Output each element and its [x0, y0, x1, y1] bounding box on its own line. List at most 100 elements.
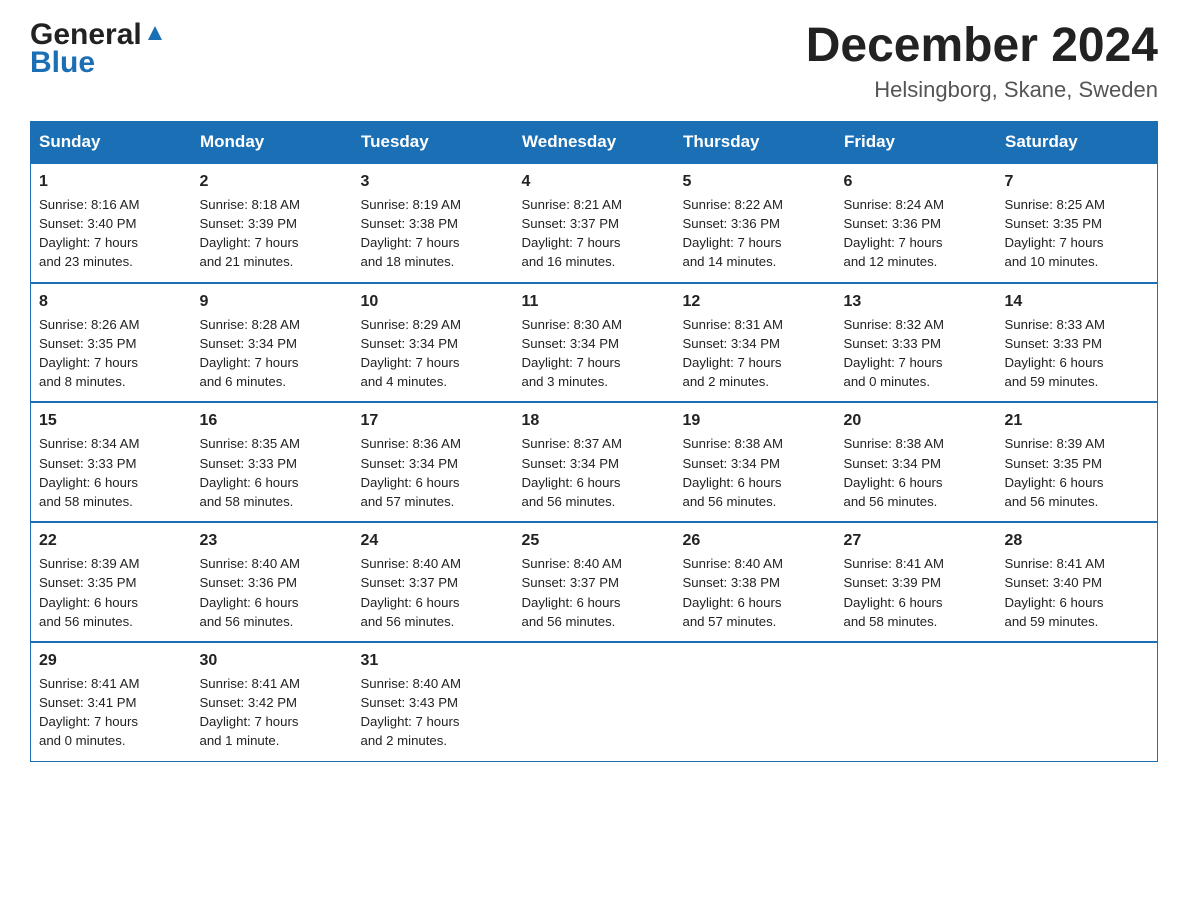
- day-info: Sunrise: 8:40 AMSunset: 3:37 PMDaylight:…: [522, 554, 667, 631]
- day-info: Sunrise: 8:21 AMSunset: 3:37 PMDaylight:…: [522, 195, 667, 272]
- calendar-week-3: 15Sunrise: 8:34 AMSunset: 3:33 PMDayligh…: [31, 402, 1158, 522]
- calendar-cell-w4-d2: 23Sunrise: 8:40 AMSunset: 3:36 PMDayligh…: [192, 522, 353, 642]
- calendar-cell-w2-d1: 8Sunrise: 8:26 AMSunset: 3:35 PMDaylight…: [31, 283, 192, 403]
- day-number: 24: [361, 529, 506, 552]
- day-number: 28: [1005, 529, 1150, 552]
- location-subtitle: Helsingborg, Skane, Sweden: [806, 77, 1158, 103]
- day-number: 2: [200, 170, 345, 193]
- day-info: Sunrise: 8:16 AMSunset: 3:40 PMDaylight:…: [39, 195, 184, 272]
- day-info: Sunrise: 8:36 AMSunset: 3:34 PMDaylight:…: [361, 434, 506, 511]
- col-saturday: Saturday: [997, 121, 1158, 163]
- calendar-cell-w4-d5: 26Sunrise: 8:40 AMSunset: 3:38 PMDayligh…: [675, 522, 836, 642]
- calendar-header-row: Sunday Monday Tuesday Wednesday Thursday…: [31, 121, 1158, 163]
- calendar-cell-w3-d5: 19Sunrise: 8:38 AMSunset: 3:34 PMDayligh…: [675, 402, 836, 522]
- title-section: December 2024 Helsingborg, Skane, Sweden: [806, 20, 1158, 103]
- day-info: Sunrise: 8:41 AMSunset: 3:40 PMDaylight:…: [1005, 554, 1150, 631]
- month-title: December 2024: [806, 20, 1158, 73]
- calendar-cell-w2-d4: 11Sunrise: 8:30 AMSunset: 3:34 PMDayligh…: [514, 283, 675, 403]
- day-info: Sunrise: 8:38 AMSunset: 3:34 PMDaylight:…: [683, 434, 828, 511]
- calendar-cell-w5-d4: [514, 642, 675, 761]
- calendar-cell-w3-d2: 16Sunrise: 8:35 AMSunset: 3:33 PMDayligh…: [192, 402, 353, 522]
- calendar-cell-w3-d1: 15Sunrise: 8:34 AMSunset: 3:33 PMDayligh…: [31, 402, 192, 522]
- day-number: 25: [522, 529, 667, 552]
- calendar-cell-w3-d4: 18Sunrise: 8:37 AMSunset: 3:34 PMDayligh…: [514, 402, 675, 522]
- logo-blue-text: Blue: [30, 46, 95, 80]
- logo-triangle-icon: [144, 22, 166, 44]
- col-thursday: Thursday: [675, 121, 836, 163]
- calendar-cell-w5-d5: [675, 642, 836, 761]
- day-info: Sunrise: 8:41 AMSunset: 3:42 PMDaylight:…: [200, 674, 345, 751]
- calendar-week-1: 1Sunrise: 8:16 AMSunset: 3:40 PMDaylight…: [31, 163, 1158, 283]
- day-info: Sunrise: 8:37 AMSunset: 3:34 PMDaylight:…: [522, 434, 667, 511]
- calendar-cell-w5-d7: [997, 642, 1158, 761]
- calendar-cell-w4-d7: 28Sunrise: 8:41 AMSunset: 3:40 PMDayligh…: [997, 522, 1158, 642]
- calendar-week-4: 22Sunrise: 8:39 AMSunset: 3:35 PMDayligh…: [31, 522, 1158, 642]
- day-info: Sunrise: 8:31 AMSunset: 3:34 PMDaylight:…: [683, 315, 828, 392]
- day-info: Sunrise: 8:38 AMSunset: 3:34 PMDaylight:…: [844, 434, 989, 511]
- day-number: 21: [1005, 409, 1150, 432]
- day-info: Sunrise: 8:40 AMSunset: 3:36 PMDaylight:…: [200, 554, 345, 631]
- calendar-week-2: 8Sunrise: 8:26 AMSunset: 3:35 PMDaylight…: [31, 283, 1158, 403]
- day-number: 14: [1005, 290, 1150, 313]
- day-number: 30: [200, 649, 345, 672]
- day-info: Sunrise: 8:32 AMSunset: 3:33 PMDaylight:…: [844, 315, 989, 392]
- calendar-cell-w2-d7: 14Sunrise: 8:33 AMSunset: 3:33 PMDayligh…: [997, 283, 1158, 403]
- day-number: 27: [844, 529, 989, 552]
- day-info: Sunrise: 8:22 AMSunset: 3:36 PMDaylight:…: [683, 195, 828, 272]
- calendar-cell-w1-d3: 3Sunrise: 8:19 AMSunset: 3:38 PMDaylight…: [353, 163, 514, 283]
- day-info: Sunrise: 8:25 AMSunset: 3:35 PMDaylight:…: [1005, 195, 1150, 272]
- calendar-cell-w5-d2: 30Sunrise: 8:41 AMSunset: 3:42 PMDayligh…: [192, 642, 353, 761]
- calendar-cell-w1-d1: 1Sunrise: 8:16 AMSunset: 3:40 PMDaylight…: [31, 163, 192, 283]
- day-info: Sunrise: 8:41 AMSunset: 3:39 PMDaylight:…: [844, 554, 989, 631]
- day-number: 13: [844, 290, 989, 313]
- calendar-cell-w1-d5: 5Sunrise: 8:22 AMSunset: 3:36 PMDaylight…: [675, 163, 836, 283]
- col-monday: Monday: [192, 121, 353, 163]
- page-header: General Blue December 2024 Helsingborg, …: [30, 20, 1158, 103]
- calendar-cell-w1-d4: 4Sunrise: 8:21 AMSunset: 3:37 PMDaylight…: [514, 163, 675, 283]
- day-info: Sunrise: 8:30 AMSunset: 3:34 PMDaylight:…: [522, 315, 667, 392]
- calendar-cell-w4-d1: 22Sunrise: 8:39 AMSunset: 3:35 PMDayligh…: [31, 522, 192, 642]
- day-number: 26: [683, 529, 828, 552]
- day-info: Sunrise: 8:19 AMSunset: 3:38 PMDaylight:…: [361, 195, 506, 272]
- day-info: Sunrise: 8:40 AMSunset: 3:43 PMDaylight:…: [361, 674, 506, 751]
- calendar-cell-w3-d3: 17Sunrise: 8:36 AMSunset: 3:34 PMDayligh…: [353, 402, 514, 522]
- day-info: Sunrise: 8:39 AMSunset: 3:35 PMDaylight:…: [39, 554, 184, 631]
- day-info: Sunrise: 8:18 AMSunset: 3:39 PMDaylight:…: [200, 195, 345, 272]
- col-tuesday: Tuesday: [353, 121, 514, 163]
- day-info: Sunrise: 8:35 AMSunset: 3:33 PMDaylight:…: [200, 434, 345, 511]
- day-number: 29: [39, 649, 184, 672]
- calendar-cell-w4-d3: 24Sunrise: 8:40 AMSunset: 3:37 PMDayligh…: [353, 522, 514, 642]
- day-info: Sunrise: 8:40 AMSunset: 3:37 PMDaylight:…: [361, 554, 506, 631]
- calendar-cell-w4-d6: 27Sunrise: 8:41 AMSunset: 3:39 PMDayligh…: [836, 522, 997, 642]
- logo: General Blue: [30, 20, 166, 80]
- calendar-cell-w1-d7: 7Sunrise: 8:25 AMSunset: 3:35 PMDaylight…: [997, 163, 1158, 283]
- day-info: Sunrise: 8:34 AMSunset: 3:33 PMDaylight:…: [39, 434, 184, 511]
- day-number: 5: [683, 170, 828, 193]
- calendar-cell-w5-d1: 29Sunrise: 8:41 AMSunset: 3:41 PMDayligh…: [31, 642, 192, 761]
- col-friday: Friday: [836, 121, 997, 163]
- calendar-cell-w2-d6: 13Sunrise: 8:32 AMSunset: 3:33 PMDayligh…: [836, 283, 997, 403]
- day-number: 3: [361, 170, 506, 193]
- day-number: 4: [522, 170, 667, 193]
- day-number: 8: [39, 290, 184, 313]
- day-info: Sunrise: 8:33 AMSunset: 3:33 PMDaylight:…: [1005, 315, 1150, 392]
- day-number: 1: [39, 170, 184, 193]
- calendar-cell-w3-d7: 21Sunrise: 8:39 AMSunset: 3:35 PMDayligh…: [997, 402, 1158, 522]
- day-number: 16: [200, 409, 345, 432]
- day-info: Sunrise: 8:40 AMSunset: 3:38 PMDaylight:…: [683, 554, 828, 631]
- calendar-cell-w2-d3: 10Sunrise: 8:29 AMSunset: 3:34 PMDayligh…: [353, 283, 514, 403]
- day-number: 23: [200, 529, 345, 552]
- col-sunday: Sunday: [31, 121, 192, 163]
- day-number: 15: [39, 409, 184, 432]
- day-number: 22: [39, 529, 184, 552]
- calendar-cell-w2-d2: 9Sunrise: 8:28 AMSunset: 3:34 PMDaylight…: [192, 283, 353, 403]
- day-info: Sunrise: 8:41 AMSunset: 3:41 PMDaylight:…: [39, 674, 184, 751]
- calendar-cell-w5-d6: [836, 642, 997, 761]
- day-number: 10: [361, 290, 506, 313]
- day-info: Sunrise: 8:39 AMSunset: 3:35 PMDaylight:…: [1005, 434, 1150, 511]
- day-number: 11: [522, 290, 667, 313]
- day-info: Sunrise: 8:28 AMSunset: 3:34 PMDaylight:…: [200, 315, 345, 392]
- calendar-cell-w5-d3: 31Sunrise: 8:40 AMSunset: 3:43 PMDayligh…: [353, 642, 514, 761]
- day-number: 17: [361, 409, 506, 432]
- day-number: 18: [522, 409, 667, 432]
